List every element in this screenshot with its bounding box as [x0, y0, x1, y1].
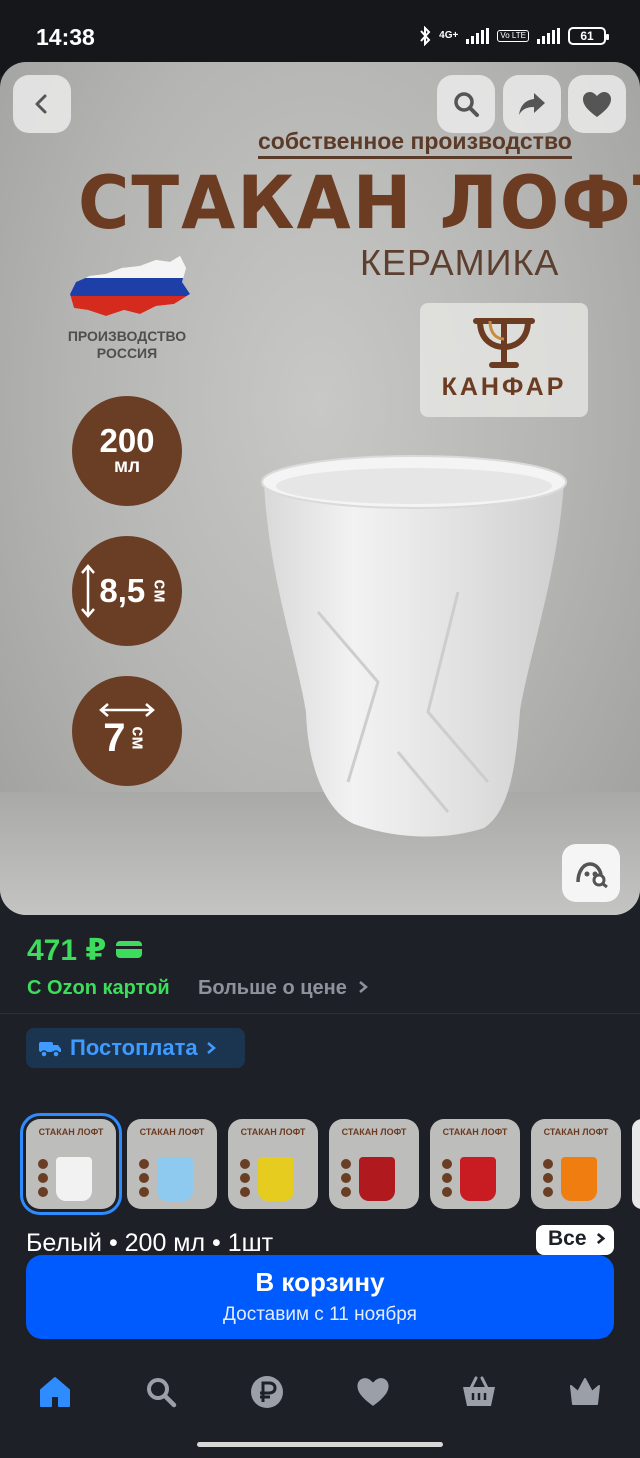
nav-cart[interactable] — [459, 1372, 499, 1412]
variant-thumb[interactable]: СТАКАН ЛОФТ — [329, 1119, 419, 1209]
chevron-right-icon — [206, 1042, 216, 1054]
origin-line-2: РОССИЯ — [96, 345, 158, 361]
signal-icon-2 — [537, 28, 560, 44]
chevron-right-icon — [359, 981, 369, 993]
variant-thumb[interactable]: СТАКАН ЛОФТ — [531, 1119, 621, 1209]
divider — [0, 1013, 640, 1014]
more-price-label: Больше о цене — [198, 977, 347, 999]
delivery-date-label: Доставим с 11 ноября — [223, 1304, 417, 1325]
height-value: 8,5 — [99, 572, 146, 609]
volume-value: 200 — [99, 422, 155, 459]
russia-flag-map-icon — [70, 256, 190, 316]
variant-thumb-title: СТАКАН ЛОФТ — [38, 1127, 104, 1137]
product-image[interactable]: собственное производство СТАКАН ЛОФТ КЕР… — [0, 62, 640, 915]
brand-name: КАНФАР — [441, 373, 567, 401]
price-value: 471 ₽ — [27, 934, 107, 967]
chevron-right-icon — [597, 1232, 606, 1245]
status-time: 14:38 — [36, 24, 95, 50]
status-icons: 4G+ Vo LTE 61 — [419, 26, 609, 46]
variant-thumb[interactable]: СТАКАН ЛОФТ — [430, 1119, 520, 1209]
nav-finance[interactable] — [247, 1372, 287, 1412]
nav-search[interactable] — [141, 1372, 181, 1412]
crown-icon — [570, 1378, 600, 1405]
postpay-label: Постоплата — [70, 1035, 198, 1060]
variant-thumb[interactable]: СТАКАН ЛОФТ — [20, 1113, 122, 1215]
more-price-link[interactable]: Больше о цене — [198, 977, 369, 1000]
bluetooth-icon — [420, 26, 431, 46]
width-row: 7 см — [103, 717, 151, 759]
width-value: 7 — [103, 716, 126, 760]
variant-thumb-partial[interactable] — [632, 1119, 640, 1209]
variant-thumb-cup — [359, 1157, 395, 1201]
height-badge: 8,5 см — [72, 536, 182, 646]
volte-badge: Vo LTE — [497, 30, 529, 42]
basket-icon — [463, 1376, 495, 1406]
variant-thumb-title: СТАКАН ЛОФТ — [341, 1127, 407, 1137]
nav-home[interactable] — [35, 1372, 75, 1412]
volume-badge: 200 мл — [72, 396, 182, 506]
search-button[interactable] — [437, 75, 495, 133]
nav-favorites[interactable] — [353, 1372, 393, 1412]
price-card: 471 ₽ С Ozon картой Больше о цене Постоп… — [0, 915, 640, 1087]
product-material: КЕРАМИКА — [360, 242, 560, 283]
variant-thumb-title: СТАКАН ЛОФТ — [139, 1127, 205, 1137]
ozon-card-label: С Ozon картой — [27, 977, 170, 999]
variant-thumb-cup — [460, 1157, 496, 1201]
back-button[interactable] — [13, 75, 71, 133]
network-type: 4G+ — [439, 30, 459, 41]
favorite-button[interactable] — [568, 75, 626, 133]
search-icon — [454, 92, 479, 117]
product-subtitle: собственное производство — [258, 128, 572, 159]
nav-profile[interactable] — [565, 1372, 605, 1412]
all-variants-label: Все — [548, 1227, 587, 1250]
all-variants-button[interactable]: Все — [536, 1225, 614, 1255]
share-button[interactable] — [503, 75, 561, 133]
ruble-icon — [251, 1376, 283, 1408]
height-unit: см — [150, 579, 171, 603]
horizontal-arrow-icon — [99, 703, 155, 717]
add-to-cart-button[interactable]: В корзину Доставим с 11 ноября — [26, 1255, 614, 1339]
brand-emblem-icon — [473, 318, 535, 368]
variant-thumb-title: СТАКАН ЛОФТ — [442, 1127, 508, 1137]
heart-icon — [583, 91, 611, 117]
back-icon — [35, 94, 47, 114]
ozon-card-icon — [116, 941, 142, 958]
home-indicator — [197, 1442, 443, 1447]
origin-label: ПРОИЗВОДСТВО РОССИЯ — [62, 328, 192, 362]
signal-icon — [466, 28, 490, 44]
battery-icon: 61 — [568, 27, 609, 45]
origin-line-1: ПРОИЗВОДСТВО — [67, 328, 187, 344]
search-icon — [147, 1378, 177, 1408]
variant-thumb-title: СТАКАН ЛОФТ — [240, 1127, 306, 1137]
variant-thumb-cup — [258, 1157, 294, 1201]
image-search-button[interactable] — [562, 844, 620, 902]
width-unit: см — [129, 726, 150, 750]
brand-logo: КАНФАР — [420, 303, 588, 417]
postpay-button[interactable]: Постоплата — [26, 1028, 245, 1068]
vertical-arrow-icon — [81, 564, 96, 618]
heart-icon — [357, 1378, 389, 1406]
variant-thumb-cup — [561, 1157, 597, 1201]
home-icon — [40, 1377, 70, 1407]
ceramic-cup-image — [261, 455, 567, 837]
add-to-cart-label: В корзину — [255, 1267, 385, 1297]
share-icon — [519, 93, 545, 115]
product-title-banner: СТАКАН ЛОФТ — [78, 159, 640, 247]
variant-thumb[interactable]: СТАКАН ЛОФТ — [228, 1119, 318, 1209]
selected-variant-text: Белый • 200 мл • 1шт — [26, 1229, 274, 1257]
variant-thumb[interactable]: СТАКАН ЛОФТ — [127, 1119, 217, 1209]
bottom-navigation — [0, 1340, 640, 1458]
variant-thumb-cup — [56, 1157, 92, 1201]
image-search-icon — [576, 862, 608, 888]
volume-unit: мл — [113, 456, 141, 477]
width-badge: 7 см — [72, 676, 182, 786]
truck-icon — [39, 1042, 61, 1058]
variant-thumb-cup — [157, 1157, 193, 1201]
variant-thumb-title: СТАКАН ЛОФТ — [543, 1127, 609, 1137]
